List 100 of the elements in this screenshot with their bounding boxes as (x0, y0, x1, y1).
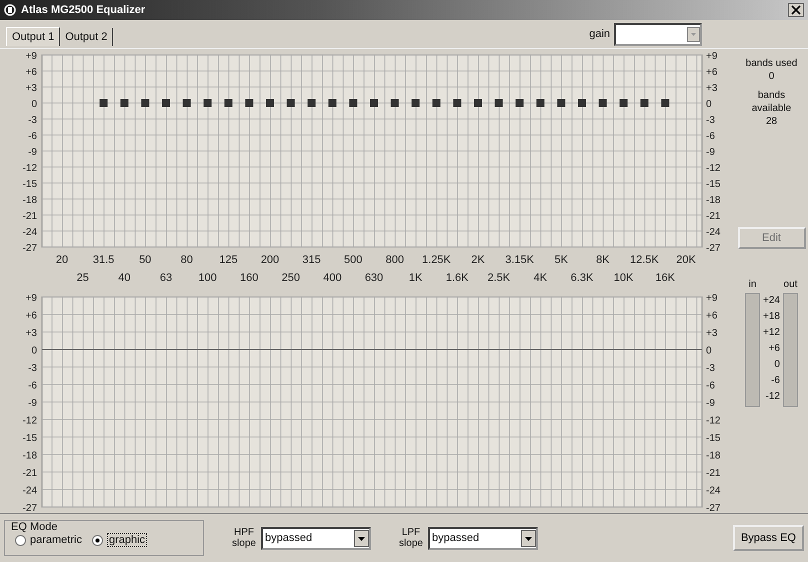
mode-radio[interactable]: parametric (13, 533, 84, 547)
bands-available-value: 28 (766, 115, 778, 128)
axis-label: +9 (26, 51, 37, 62)
radio-icon[interactable] (92, 534, 103, 546)
axis-label: -6 (28, 131, 37, 142)
band-point[interactable] (557, 99, 566, 107)
frequency-label: 63 (160, 272, 172, 284)
axis-label: -21 (22, 211, 37, 222)
axis-label: 0 (31, 346, 37, 356)
frequency-label: 200 (260, 254, 280, 266)
axis-label: -15 (22, 433, 37, 444)
axis-label: +6 (26, 310, 37, 322)
axis-label: -21 (22, 468, 37, 479)
axis-label: -3 (706, 363, 715, 374)
band-point[interactable] (516, 99, 524, 107)
frequency-label: 5K (554, 254, 568, 266)
slope-dropdown[interactable]: bypassed (428, 526, 538, 550)
band-point[interactable] (349, 99, 358, 107)
frequency-label: 315 (302, 254, 321, 266)
band-point[interactable] (245, 99, 254, 107)
gain-label: gain (589, 28, 610, 40)
output-tab[interactable]: Output 1 (6, 27, 60, 46)
axis-label: -18 (22, 195, 37, 206)
slope-dropdown[interactable]: bypassed (261, 526, 371, 550)
axis-label: -27 (22, 503, 37, 513)
axis-label: -15 (22, 179, 37, 190)
frequency-label: 2.5K (487, 272, 510, 284)
axis-label: -24 (706, 486, 720, 496)
frequency-label: 800 (386, 254, 404, 266)
frequency-label: 12.5K (630, 254, 659, 266)
frequency-label: 31.5 (92, 254, 114, 266)
axis-label: +6 (706, 310, 718, 322)
band-point[interactable] (100, 99, 108, 107)
axis-label: -6 (706, 131, 715, 142)
bypass-eq-button[interactable]: Bypass EQ (732, 525, 804, 551)
meter-scale-label: +18 (763, 310, 780, 324)
axis-label: -12 (706, 416, 720, 426)
frequency-label: 2K (471, 254, 485, 266)
output-tab[interactable]: Output 2 (60, 28, 114, 46)
meter-scale-label: +12 (763, 326, 780, 340)
axis-label: -9 (28, 398, 37, 409)
axis-label: -12 (706, 163, 720, 174)
frequency-label: 1.25K (422, 254, 451, 266)
bands-available-label: bands available (750, 89, 792, 115)
axis-label: -3 (28, 363, 37, 374)
band-point[interactable] (453, 99, 462, 107)
band-point[interactable] (661, 99, 670, 107)
frequency-label: 630 (364, 272, 384, 284)
axis-label: -3 (706, 115, 715, 126)
axis-label: 0 (706, 346, 712, 356)
frequency-label: 16K (655, 272, 675, 284)
axis-label: -9 (706, 147, 715, 158)
frequency-label: 1K (408, 272, 422, 284)
frequency-label: 500 (344, 254, 362, 266)
band-point[interactable] (412, 99, 420, 107)
gain-dropdown[interactable] (614, 22, 702, 46)
bands-used-label: bands used (746, 57, 798, 70)
band-point[interactable] (141, 99, 150, 107)
axis-label: +3 (706, 328, 718, 339)
meter-scale-label: -6 (770, 374, 780, 388)
axis-label: +3 (706, 83, 718, 94)
axis-label: -9 (28, 147, 37, 158)
frequency-label: 20 (56, 254, 68, 266)
frequency-label: 80 (180, 254, 193, 266)
frequency-label: 4K (534, 272, 548, 284)
axis-label: -12 (22, 163, 37, 174)
frequency-label: 6.3K (570, 272, 594, 284)
axis-label: -24 (706, 227, 720, 238)
axis-label: 0 (706, 99, 712, 110)
axis-label: -9 (706, 398, 715, 409)
axis-label: +9 (706, 293, 718, 304)
radio-icon[interactable] (15, 534, 26, 546)
axis-label: -27 (706, 503, 720, 513)
frequency-label: 8K (596, 254, 610, 266)
axis-label: -27 (706, 243, 720, 254)
meter-scale-label: +24 (763, 294, 780, 308)
axis-label: +3 (26, 83, 37, 94)
axis-label: -6 (706, 380, 715, 392)
axis-label: -27 (22, 243, 37, 254)
bands-used-value: 0 (768, 70, 774, 83)
axis-label: +6 (706, 67, 718, 78)
axis-label: -18 (22, 450, 37, 462)
group-title: EQ Mode (11, 521, 58, 533)
meter-label: out (784, 279, 798, 292)
axis-label: -15 (706, 179, 720, 190)
frequency-label: 160 (240, 272, 258, 284)
frequency-label: 20K (676, 254, 696, 266)
close-icon[interactable] (788, 3, 804, 17)
frequency-label: 40 (118, 272, 131, 284)
band-point[interactable] (204, 99, 212, 107)
window-title: Atlas MG2500 Equalizer (21, 4, 146, 16)
band-point[interactable] (620, 99, 628, 107)
meter-scale-label: +6 (768, 342, 780, 356)
axis-label: -18 (706, 195, 720, 206)
axis-label: -12 (22, 416, 37, 426)
band-point[interactable] (308, 99, 316, 107)
meter-label: in (748, 279, 756, 292)
filter-slope-label: LPF slope (398, 527, 424, 549)
axis-label: -24 (22, 486, 37, 496)
axis-label: -15 (706, 433, 720, 444)
